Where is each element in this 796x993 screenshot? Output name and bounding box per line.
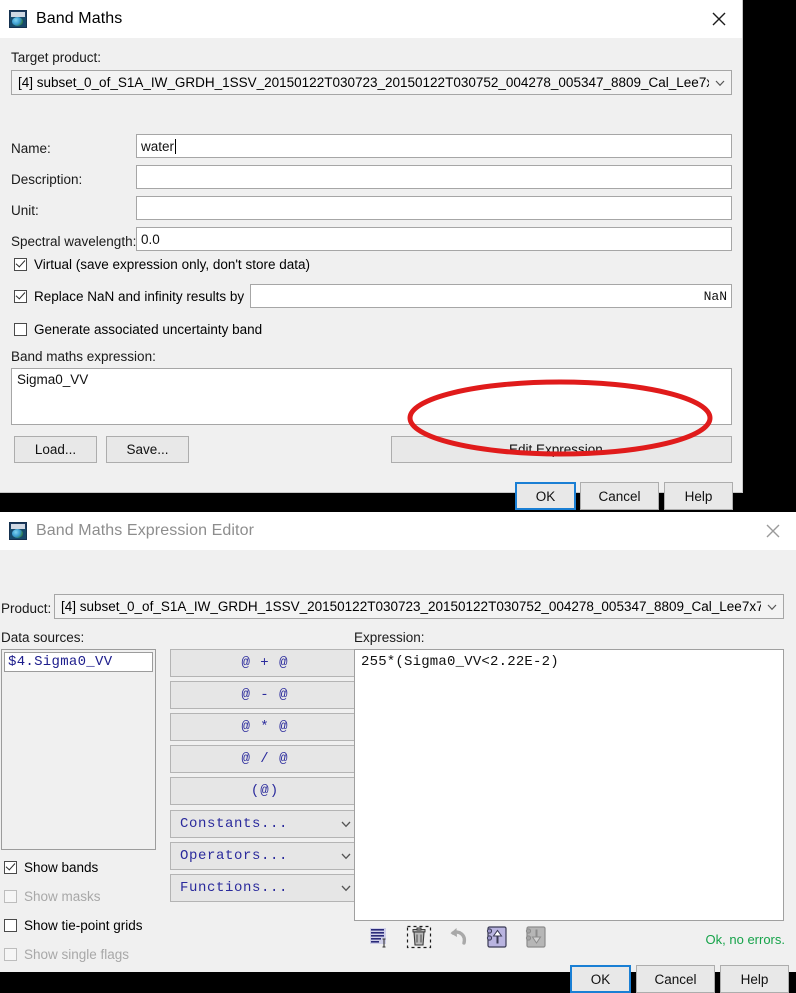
unit-input[interactable] (136, 196, 732, 220)
functions-dropdown-label: Functions... (180, 880, 289, 896)
spectral-wavelength-value: 0.0 (141, 231, 160, 247)
band-maths-expression-area[interactable]: Sigma0_VV (11, 368, 732, 425)
spectral-wavelength-label: Spectral wavelength: (11, 234, 137, 249)
expression-label: Expression: (354, 630, 425, 645)
replace-nan-checkbox[interactable] (14, 290, 27, 303)
show-tie-point-grids-checkbox-row[interactable]: Show tie-point grids (4, 918, 143, 933)
replace-nan-checkbox-row[interactable]: Replace NaN and infinity results by (14, 289, 244, 304)
show-bands-checkbox-row[interactable]: Show bands (4, 860, 98, 875)
name-input[interactable]: water (136, 134, 732, 158)
dialog1-titlebar[interactable]: Band Maths (0, 0, 742, 38)
data-sources-list[interactable]: $4.Sigma0_VV (1, 649, 156, 850)
target-product-value: [4] subset_0_of_S1A_IW_GRDH_1SSV_2015012… (18, 75, 709, 90)
expression-input[interactable]: 255*(Sigma0_VV<2.22E-2) (354, 649, 784, 921)
operators-dropdown-button[interactable]: Operators... (170, 842, 360, 870)
dropdown-button-group: Constants... Operators... Functions... (170, 810, 360, 906)
target-product-combo[interactable]: [4] subset_0_of_S1A_IW_GRDH_1SSV_2015012… (11, 70, 732, 95)
product-value: [4] subset_0_of_S1A_IW_GRDH_1SSV_2015012… (61, 599, 761, 614)
chevron-down-icon (339, 817, 353, 831)
band-maths-expression-value: Sigma0_VV (17, 372, 89, 387)
show-masks-label: Show masks (24, 889, 101, 904)
show-tie-point-grids-checkbox[interactable] (4, 919, 17, 932)
cancel-button[interactable]: Cancel (580, 482, 659, 510)
operators-dropdown-label: Operators... (180, 848, 289, 864)
delete-trash-icon[interactable] (405, 923, 433, 951)
band-maths-expression-editor-dialog: Band Maths Expression Editor Product: [4… (0, 512, 796, 993)
show-tie-point-grids-label: Show tie-point grids (24, 918, 143, 933)
constants-dropdown-button[interactable]: Constants... (170, 810, 360, 838)
band-maths-expression-label: Band maths expression: (11, 349, 156, 364)
show-bands-checkbox[interactable] (4, 861, 17, 874)
name-value: water (141, 138, 175, 154)
undo-icon (444, 923, 472, 951)
chevron-down-icon (339, 881, 353, 895)
description-label: Description: (11, 172, 83, 187)
replace-nan-input[interactable]: NaN (250, 284, 732, 308)
text-caret (175, 138, 177, 154)
show-single-flags-label: Show single flags (24, 947, 130, 962)
ok-button[interactable]: OK (515, 482, 576, 510)
snap-logo-icon (9, 522, 27, 540)
status-message: Ok, no errors. (705, 932, 785, 947)
band-maths-dialog: Band Maths Target product: [4] subset_0_… (0, 0, 743, 510)
functions-dropdown-button[interactable]: Functions... (170, 874, 360, 902)
expression-value: 255*(Sigma0_VV<2.22E-2) (361, 654, 559, 670)
help-button[interactable]: Help (664, 482, 733, 510)
spectral-wavelength-input[interactable]: 0.0 (136, 227, 732, 251)
show-single-flags-checkbox (4, 948, 17, 961)
expression-toolbar (366, 923, 550, 951)
replace-nan-value: NaN (703, 288, 727, 304)
save-button[interactable]: Save... (106, 436, 189, 463)
product-label: Product: (1, 601, 52, 616)
chevron-down-icon (339, 849, 353, 863)
description-input[interactable] (136, 165, 732, 189)
ok-button[interactable]: OK (570, 965, 631, 993)
snap-logo-icon (9, 10, 27, 28)
operator-parenthesis-button[interactable]: (@) (170, 777, 360, 805)
virtual-checkbox-row[interactable]: Virtual (save expression only, don't sto… (14, 257, 310, 272)
replace-nan-label: Replace NaN and infinity results by (34, 289, 245, 304)
virtual-checkbox[interactable] (14, 258, 27, 271)
constants-dropdown-label: Constants... (180, 816, 289, 832)
dialog1-title: Band Maths (36, 10, 123, 27)
edit-expression-button[interactable]: Edit Expression... (391, 436, 732, 463)
product-combo[interactable]: [4] subset_0_of_S1A_IW_GRDH_1SSV_2015012… (54, 594, 784, 619)
save-expression-icon (522, 923, 550, 951)
dialog2-title: Band Maths Expression Editor (36, 522, 255, 539)
show-masks-checkbox-row: Show masks (4, 889, 101, 904)
unit-label: Unit: (11, 203, 39, 218)
load-button[interactable]: Load... (14, 436, 97, 463)
uncertainty-checkbox-row[interactable]: Generate associated uncertainty band (14, 322, 262, 337)
virtual-label: Virtual (save expression only, don't sto… (34, 257, 310, 272)
operator-subtract-button[interactable]: @ - @ (170, 681, 360, 709)
data-sources-label: Data sources: (1, 630, 85, 645)
close-icon[interactable] (696, 0, 742, 37)
list-item[interactable]: $4.Sigma0_VV (4, 652, 153, 672)
operator-add-button[interactable]: @ + @ (170, 649, 360, 677)
show-single-flags-checkbox-row: Show single flags (4, 947, 129, 962)
dialog2-titlebar[interactable]: Band Maths Expression Editor (0, 512, 796, 550)
close-icon[interactable] (750, 512, 796, 549)
show-bands-label: Show bands (24, 860, 99, 875)
target-product-label: Target product: (11, 50, 102, 65)
operator-button-group: @ + @ @ - @ @ * @ @ / @ (@) (170, 649, 360, 809)
load-expression-icon[interactable] (483, 923, 511, 951)
name-label: Name: (11, 141, 51, 156)
cancel-button[interactable]: Cancel (636, 965, 715, 993)
uncertainty-checkbox[interactable] (14, 323, 27, 336)
chevron-down-icon (713, 76, 727, 90)
operator-divide-button[interactable]: @ / @ (170, 745, 360, 773)
help-button[interactable]: Help (720, 965, 789, 993)
edit-text-icon[interactable] (366, 923, 394, 951)
operator-multiply-button[interactable]: @ * @ (170, 713, 360, 741)
chevron-down-icon (765, 600, 779, 614)
uncertainty-label: Generate associated uncertainty band (34, 322, 263, 337)
show-masks-checkbox (4, 890, 17, 903)
